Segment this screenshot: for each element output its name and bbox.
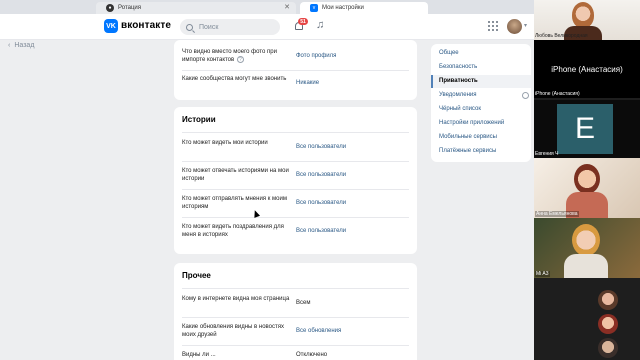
setting-row: Какие сообщества могут мне звонить Никак… [182, 75, 409, 91]
setting-row: Кому в интернете видна моя страница Всем [182, 295, 409, 311]
setting-question: Какие обновления видны в новостях моих д… [182, 324, 284, 338]
setting-value-dropdown[interactable]: Отключено [296, 351, 327, 359]
participant-name: iPhone (Анастасия) [535, 91, 580, 97]
divider [182, 217, 409, 218]
setting-question: Что видно вместо моего фото при импорте … [182, 49, 277, 64]
privacy-card: Что видно вместо моего фото при импорте … [174, 40, 417, 100]
close-icon[interactable]: ✕ [284, 3, 290, 11]
record-icon: ● [106, 4, 114, 12]
setting-row: Видны ли ... Отключено [182, 351, 409, 360]
participant-name: Анна Емельянова [535, 211, 579, 217]
avatar[interactable] [598, 314, 618, 334]
menu-item-payment-services[interactable]: Платёжные сервисы [431, 145, 531, 158]
help-icon[interactable]: ? [236, 56, 244, 63]
vk-icon: v [310, 4, 318, 12]
info-icon [522, 92, 529, 99]
participant-face [572, 2, 594, 28]
other-card: Прочее Кому в интернете видна моя страни… [174, 263, 417, 360]
divider [182, 317, 409, 318]
setting-row: Кто может видеть мои истории Все пользов… [182, 139, 409, 155]
site-header: VK вконтакте Поиск 51 ♫ ▾ [0, 14, 534, 40]
menu-item-blacklist[interactable]: Чёрный список [431, 103, 531, 116]
avatar[interactable] [598, 338, 618, 358]
participant-tile[interactable]: Mi A3 [534, 218, 640, 278]
brand-name[interactable]: вконтакте [121, 20, 171, 31]
participant-name: Евгения Ч [535, 151, 559, 157]
menu-item-mobile-services[interactable]: Мобильные сервисы [431, 131, 531, 144]
chevron-down-icon[interactable]: ▾ [524, 22, 527, 29]
participant-name: Mi A3 [535, 271, 550, 277]
setting-row: Какие обновления видны в новостях моих д… [182, 323, 409, 339]
stories-card: Истории Кто может видеть мои истории Все… [174, 107, 417, 254]
section-title: Прочее [182, 271, 211, 280]
search-icon [186, 23, 193, 31]
menu-item-general[interactable]: Общее [431, 47, 531, 60]
participant-initial-avatar: E [557, 104, 613, 154]
participant-tile[interactable]: E Евгения Ч [534, 100, 640, 158]
setting-question: Кто может отправлять мнения к моим истор… [182, 196, 287, 210]
tab-label: Ротация [118, 5, 141, 11]
participant-tile[interactable]: iPhone (Анастасия) iPhone (Анастасия) [534, 40, 640, 98]
participant-body [564, 254, 608, 278]
chevron-left-icon: ‹ [8, 42, 11, 49]
setting-value-dropdown[interactable]: Все обновления [296, 327, 341, 335]
setting-question: Видны ли ... [182, 352, 216, 358]
browser-tab-settings[interactable]: v Мои настройки [300, 2, 428, 14]
divider [182, 70, 409, 71]
vk-logo-icon[interactable]: VK [104, 19, 118, 33]
back-label: Назад [14, 42, 35, 49]
divider [182, 161, 409, 162]
menu-item-label: Уведомления [439, 92, 477, 98]
participant-center-name: iPhone (Анастасия) [551, 65, 623, 74]
setting-value-dropdown[interactable]: Всем [296, 299, 310, 307]
divider [182, 132, 409, 133]
tab-label: Мои настройки [322, 5, 364, 11]
participant-face [572, 224, 600, 256]
divider [182, 288, 409, 289]
setting-value-dropdown[interactable]: Никакие [296, 79, 319, 87]
setting-row: Что видно вместо моего фото при импорте … [182, 48, 409, 64]
search-input[interactable]: Поиск [180, 19, 280, 35]
participant-face [574, 164, 600, 194]
menu-item-security[interactable]: Безопасность [431, 61, 531, 74]
notifications-badge: 51 [298, 18, 308, 25]
participant-tile[interactable]: Любовь Великородная [534, 0, 640, 40]
avatar[interactable] [507, 19, 522, 34]
browser-tab-rotation[interactable]: ● Ротация ✕ [96, 2, 296, 14]
setting-question: Какие сообщества могут мне звонить [182, 76, 287, 82]
setting-value-dropdown[interactable]: Все пользователи [296, 171, 346, 179]
section-title: Истории [182, 115, 216, 124]
menu-item-app-settings[interactable]: Настройки приложений [431, 117, 531, 130]
music-icon[interactable]: ♫ [316, 19, 324, 31]
avatar[interactable] [598, 290, 618, 310]
setting-question: Кто может видеть мои истории [182, 140, 268, 146]
menu-item-privacy[interactable]: Приватность [431, 75, 531, 88]
setting-value-dropdown[interactable]: Все пользователи [296, 143, 346, 151]
setting-value-dropdown[interactable]: Все пользователи [296, 199, 346, 207]
search-placeholder: Поиск [199, 23, 219, 31]
menu-item-notifications[interactable]: Уведомления [431, 89, 531, 102]
settings-menu: Общее Безопасность Приватность Уведомлен… [431, 44, 531, 162]
browser-tab-strip: ● Ротация ✕ v Мои настройки [0, 0, 534, 14]
back-link[interactable]: ‹ Назад [8, 42, 34, 49]
setting-value-dropdown[interactable]: Все пользователи [296, 227, 346, 235]
setting-value-dropdown[interactable]: Фото профиля [296, 52, 336, 60]
setting-row: Кто может отвечать историями на мои исто… [182, 167, 409, 183]
apps-grid-icon[interactable] [488, 21, 498, 31]
setting-question: Кому в интернете видна моя страница [182, 296, 290, 302]
divider [182, 345, 409, 346]
participant-tile[interactable]: Анна Емельянова [534, 158, 640, 218]
setting-question: Кто может видеть поздравления для меня в… [182, 224, 284, 238]
participant-name: Любовь Великородная [535, 33, 588, 39]
setting-question: Кто может отвечать историями на мои исто… [182, 168, 289, 182]
participant-thumbnails [598, 278, 626, 360]
setting-row: Кто может отправлять мнения к моим истор… [182, 195, 409, 211]
divider [182, 189, 409, 190]
setting-row: Кто может видеть поздравления для меня в… [182, 223, 409, 247]
